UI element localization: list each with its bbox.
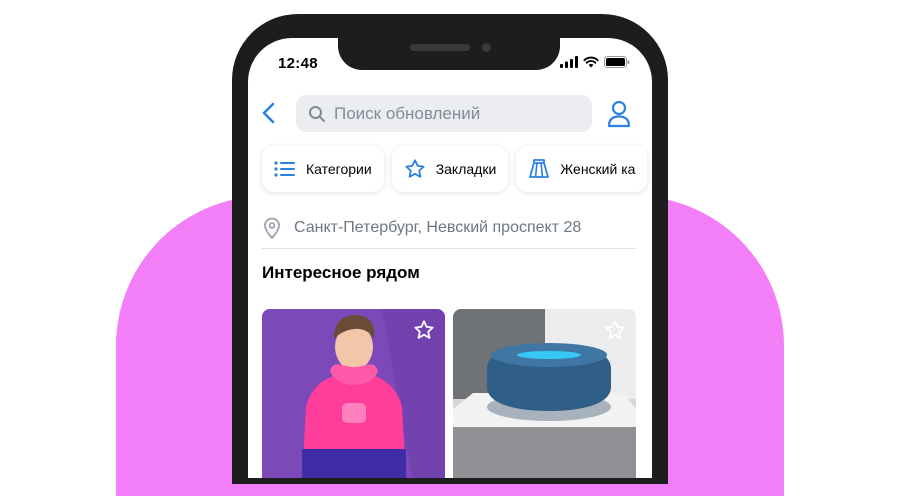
list-icon [274, 158, 296, 180]
location-pin-icon [264, 217, 280, 239]
location-row[interactable]: Санкт-Петербург, Невский проспект 28 [262, 208, 636, 248]
notch [338, 38, 560, 70]
category-chips: Категории Закладки Женский ка [262, 146, 648, 192]
search-icon [308, 105, 326, 123]
product-card-hoodie[interactable] [262, 309, 445, 478]
chip-bookmarks-label: Закладки [435, 161, 497, 177]
search-input[interactable] [334, 103, 574, 124]
chip-womens-category[interactable]: Женский ка [516, 146, 648, 192]
speaker [410, 44, 470, 51]
product-card-speaker[interactable] [453, 309, 636, 478]
chip-bookmarks[interactable]: Закладки [391, 146, 509, 192]
favorite-star-icon[interactable] [604, 319, 626, 341]
back-chevron-icon[interactable] [260, 102, 280, 124]
wifi-icon [583, 56, 599, 68]
chip-womens-label: Женский ка [560, 161, 636, 177]
skirt-icon [528, 158, 550, 180]
front-camera [482, 43, 491, 52]
profile-icon[interactable] [606, 100, 632, 128]
signal-icon [560, 56, 578, 68]
chip-categories[interactable]: Категории [262, 146, 384, 192]
divider [262, 248, 636, 249]
phone-screen: 12:48 Поиск обновлений Категории Закладк… [248, 38, 652, 478]
search-bar[interactable] [296, 95, 592, 132]
star-icon [404, 158, 426, 180]
battery-icon [604, 56, 630, 68]
status-icons [560, 56, 630, 68]
section-title: Интересное рядом [262, 263, 420, 282]
favorite-star-icon[interactable] [413, 319, 435, 341]
chip-categories-label: Категории [306, 161, 372, 177]
location-text: Санкт-Петербург, Невский проспект 28 [294, 219, 582, 236]
status-time: 12:48 [278, 55, 318, 72]
